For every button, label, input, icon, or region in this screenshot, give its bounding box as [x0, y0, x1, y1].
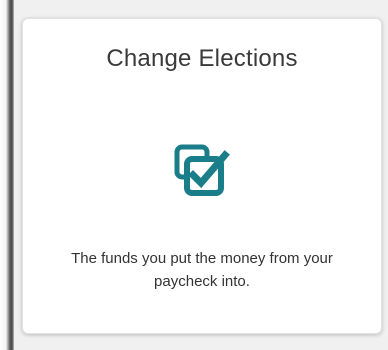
card-title: Change Elections — [106, 45, 298, 72]
background-window-edge — [0, 0, 14, 350]
card-description: The funds you put the money from your pa… — [71, 250, 333, 290]
checkbox-copy-icon — [174, 144, 230, 196]
change-elections-card[interactable]: Change Elections The funds you put the m… — [22, 18, 382, 334]
